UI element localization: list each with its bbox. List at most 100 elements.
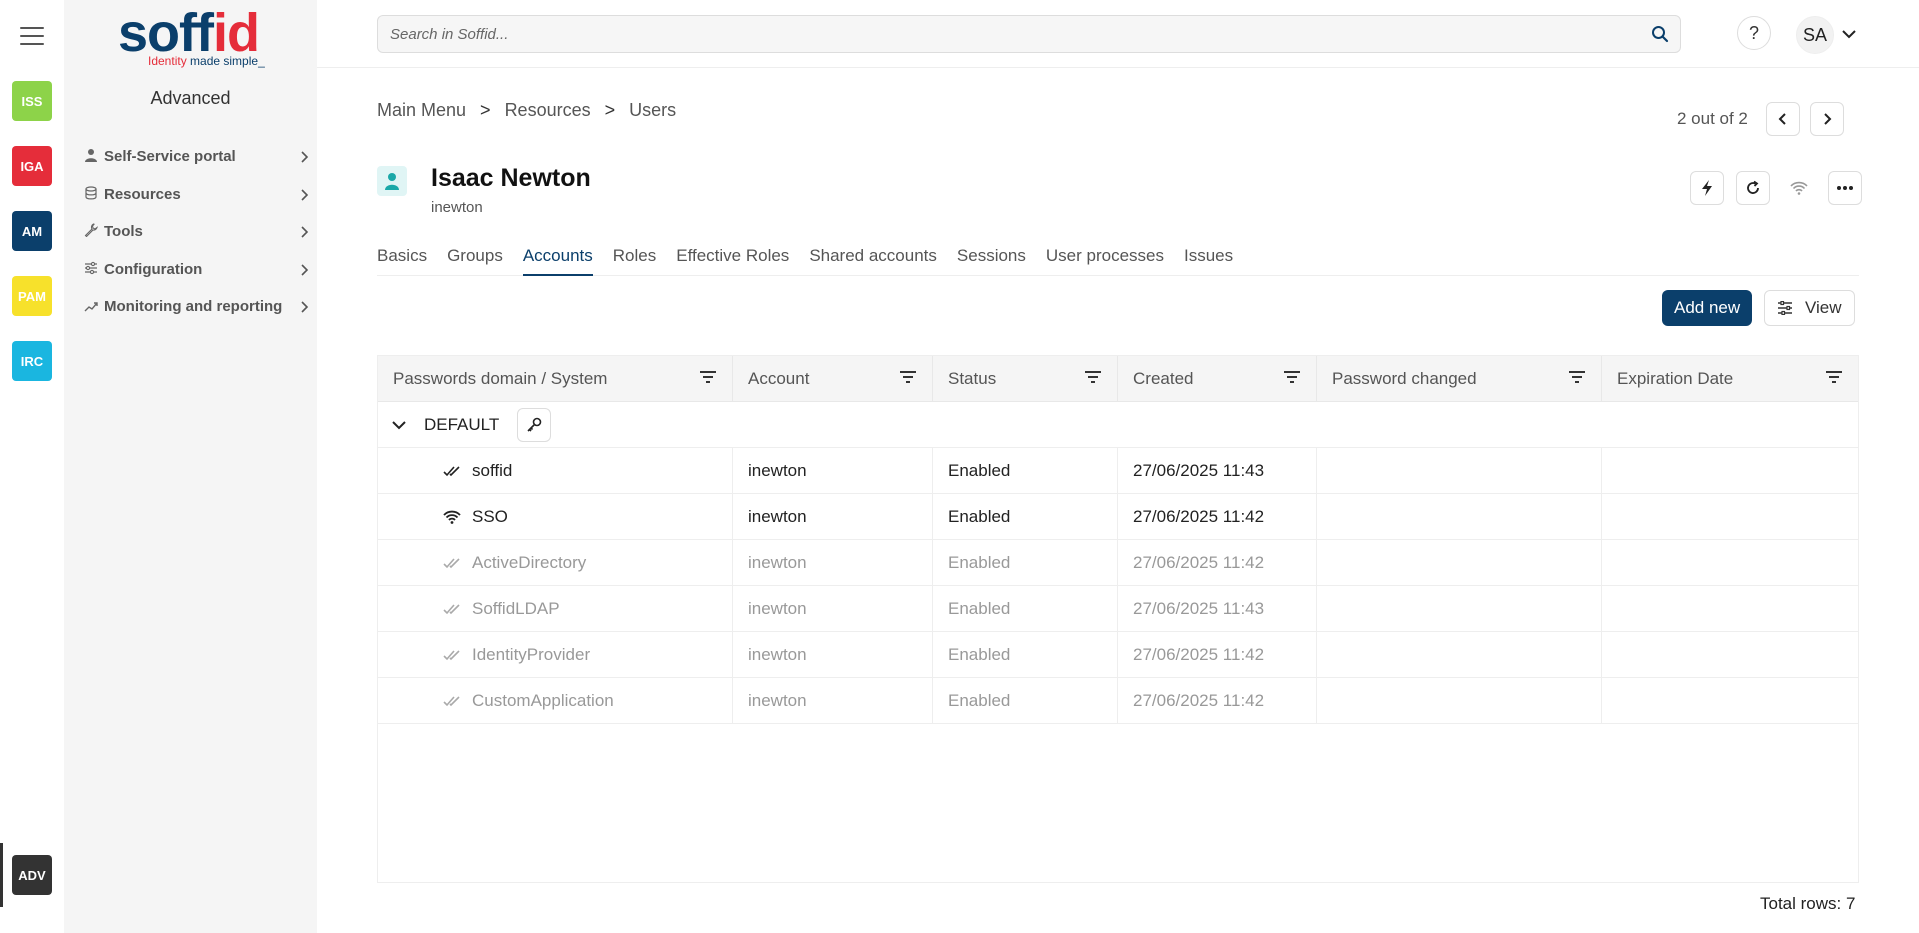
tab-sessions[interactable]: Sessions xyxy=(957,246,1026,276)
sidebar-item-resources[interactable]: Resources xyxy=(82,184,312,206)
table-row[interactable]: CustomApplication inewton Enabled 27/06/202… xyxy=(378,678,1858,724)
filter-icon[interactable] xyxy=(1083,367,1103,387)
breadcrumb: Main Menu > Resources > Users xyxy=(377,100,676,121)
module-irc-button[interactable]: IRC xyxy=(12,341,52,381)
chevron-right-icon xyxy=(298,259,312,281)
cell-account: inewton xyxy=(733,448,933,493)
column-header-status[interactable]: Status xyxy=(933,356,1118,402)
breadcrumb-resources[interactable]: Resources xyxy=(505,100,591,121)
refresh-button[interactable] xyxy=(1736,171,1770,205)
avatar[interactable]: SA xyxy=(1796,16,1834,54)
lightning-button[interactable] xyxy=(1690,171,1724,205)
accounts-table: Passwords domain / System Account Status… xyxy=(377,355,1859,883)
top-bar: ? SA xyxy=(317,0,1919,68)
sliders-icon xyxy=(82,259,100,277)
cell-expiration-date xyxy=(1602,540,1858,585)
wifi-icon xyxy=(442,507,462,527)
column-header-account[interactable]: Account xyxy=(733,356,933,402)
module-iss-button[interactable]: ISS xyxy=(12,81,52,121)
cell-created: 27/06/2025 11:43 xyxy=(1118,448,1317,493)
table-row[interactable]: IdentityProvider inewton Enabled 27/06/2025… xyxy=(378,632,1858,678)
search-input[interactable] xyxy=(378,16,1640,52)
person-icon xyxy=(82,146,100,164)
cell-system: soffid xyxy=(378,448,733,493)
tab-accounts[interactable]: Accounts xyxy=(522,246,593,276)
chevron-down-icon[interactable] xyxy=(390,416,408,434)
active-module-indicator xyxy=(0,843,3,907)
sidebar: soffid Identity made simple_ Advanced Se… xyxy=(64,0,317,933)
filter-icon[interactable] xyxy=(1824,367,1844,387)
tab-issues[interactable]: Issues xyxy=(1184,246,1233,276)
cell-password-changed xyxy=(1317,586,1602,631)
cell-expiration-date xyxy=(1602,678,1858,723)
chevron-right-icon xyxy=(298,221,312,243)
table-row[interactable]: SSO inewton Enabled 27/06/2025 11:42 xyxy=(378,494,1858,540)
tab-bar: Basics Groups Accounts Roles Effective R… xyxy=(377,246,1859,276)
next-record-button[interactable] xyxy=(1809,102,1844,136)
module-pam-button[interactable]: PAM xyxy=(12,276,52,316)
wifi-icon xyxy=(1790,181,1808,195)
soffid-logo[interactable]: soffid Identity made simple_ xyxy=(118,6,268,70)
table-header: Passwords domain / System Account Status… xyxy=(378,356,1858,402)
table-row[interactable]: SoffidLDAP inewton Enabled 27/06/2025 11:43 xyxy=(378,586,1858,632)
tab-effective-roles[interactable]: Effective Roles xyxy=(676,246,789,276)
cell-password-changed xyxy=(1317,632,1602,677)
search-icon[interactable] xyxy=(1640,25,1680,43)
cell-account: inewton xyxy=(733,494,933,539)
cell-expiration-date xyxy=(1602,632,1858,677)
cell-created: 27/06/2025 11:42 xyxy=(1118,494,1317,539)
more-options-button[interactable] xyxy=(1828,171,1862,205)
cell-account: inewton xyxy=(733,678,933,723)
column-header-system[interactable]: Passwords domain / System xyxy=(378,356,733,402)
tab-roles[interactable]: Roles xyxy=(613,246,656,276)
table-row[interactable]: ActiveDirectory inewton Enabled 27/06/2025 … xyxy=(378,540,1858,586)
tab-shared-accounts[interactable]: Shared accounts xyxy=(809,246,937,276)
cell-status: Enabled xyxy=(933,540,1118,585)
lightning-icon xyxy=(1702,180,1712,196)
add-new-button[interactable]: Add new xyxy=(1662,290,1753,326)
breadcrumb-main-menu[interactable]: Main Menu xyxy=(377,100,466,121)
module-iga-button[interactable]: IGA xyxy=(12,146,52,186)
cell-created: 27/06/2025 11:43 xyxy=(1118,586,1317,631)
total-rows: Total rows: 7 xyxy=(1760,894,1856,913)
help-button[interactable]: ? xyxy=(1737,16,1771,50)
sliders-icon xyxy=(1778,301,1792,315)
cell-created: 27/06/2025 11:42 xyxy=(1118,678,1317,723)
sidebar-item-tools[interactable]: Tools xyxy=(82,221,312,243)
sidebar-item-configuration[interactable]: Configuration xyxy=(82,259,312,281)
hamburger-menu-icon[interactable] xyxy=(20,27,44,47)
filter-icon[interactable] xyxy=(1567,367,1587,387)
cell-status: Enabled xyxy=(933,494,1118,539)
module-adv-button[interactable]: ADV xyxy=(12,855,52,895)
chevron-right-icon xyxy=(298,296,312,318)
column-header-expiration-date[interactable]: Expiration Date xyxy=(1602,356,1858,402)
tab-basics[interactable]: Basics xyxy=(377,246,427,276)
chevron-down-icon[interactable] xyxy=(1841,26,1857,42)
column-header-created[interactable]: Created xyxy=(1118,356,1317,402)
sidebar-item-self-service-portal[interactable]: Self-Service portal xyxy=(82,146,312,168)
filter-icon[interactable] xyxy=(898,367,918,387)
cell-expiration-date xyxy=(1602,448,1858,493)
group-label: DEFAULT xyxy=(424,414,500,434)
user-login: inewton xyxy=(431,199,483,216)
cell-status: Enabled xyxy=(933,678,1118,723)
module-am-button[interactable]: AM xyxy=(12,211,52,251)
table-row[interactable]: soffid inewton Enabled 27/06/2025 11:43 xyxy=(378,448,1858,494)
sso-button[interactable] xyxy=(1782,171,1816,205)
double-check-icon xyxy=(442,599,462,619)
cell-password-changed xyxy=(1317,494,1602,539)
key-button[interactable] xyxy=(517,407,552,442)
cell-expiration-date xyxy=(1602,494,1858,539)
filter-icon[interactable] xyxy=(1282,367,1302,387)
filter-icon[interactable] xyxy=(698,367,718,387)
sidebar-item-monitoring-and-reporting[interactable]: Monitoring and reporting xyxy=(82,296,312,318)
previous-record-button[interactable] xyxy=(1765,102,1800,136)
tab-groups[interactable]: Groups xyxy=(447,246,503,276)
view-button[interactable]: View xyxy=(1764,290,1855,326)
cell-system: SSO xyxy=(378,494,733,539)
database-icon xyxy=(82,184,100,202)
column-header-password-changed[interactable]: Password changed xyxy=(1317,356,1602,402)
tab-user-processes[interactable]: User processes xyxy=(1046,246,1164,276)
breadcrumb-users[interactable]: Users xyxy=(629,100,676,121)
breadcrumb-separator: > xyxy=(480,100,491,120)
